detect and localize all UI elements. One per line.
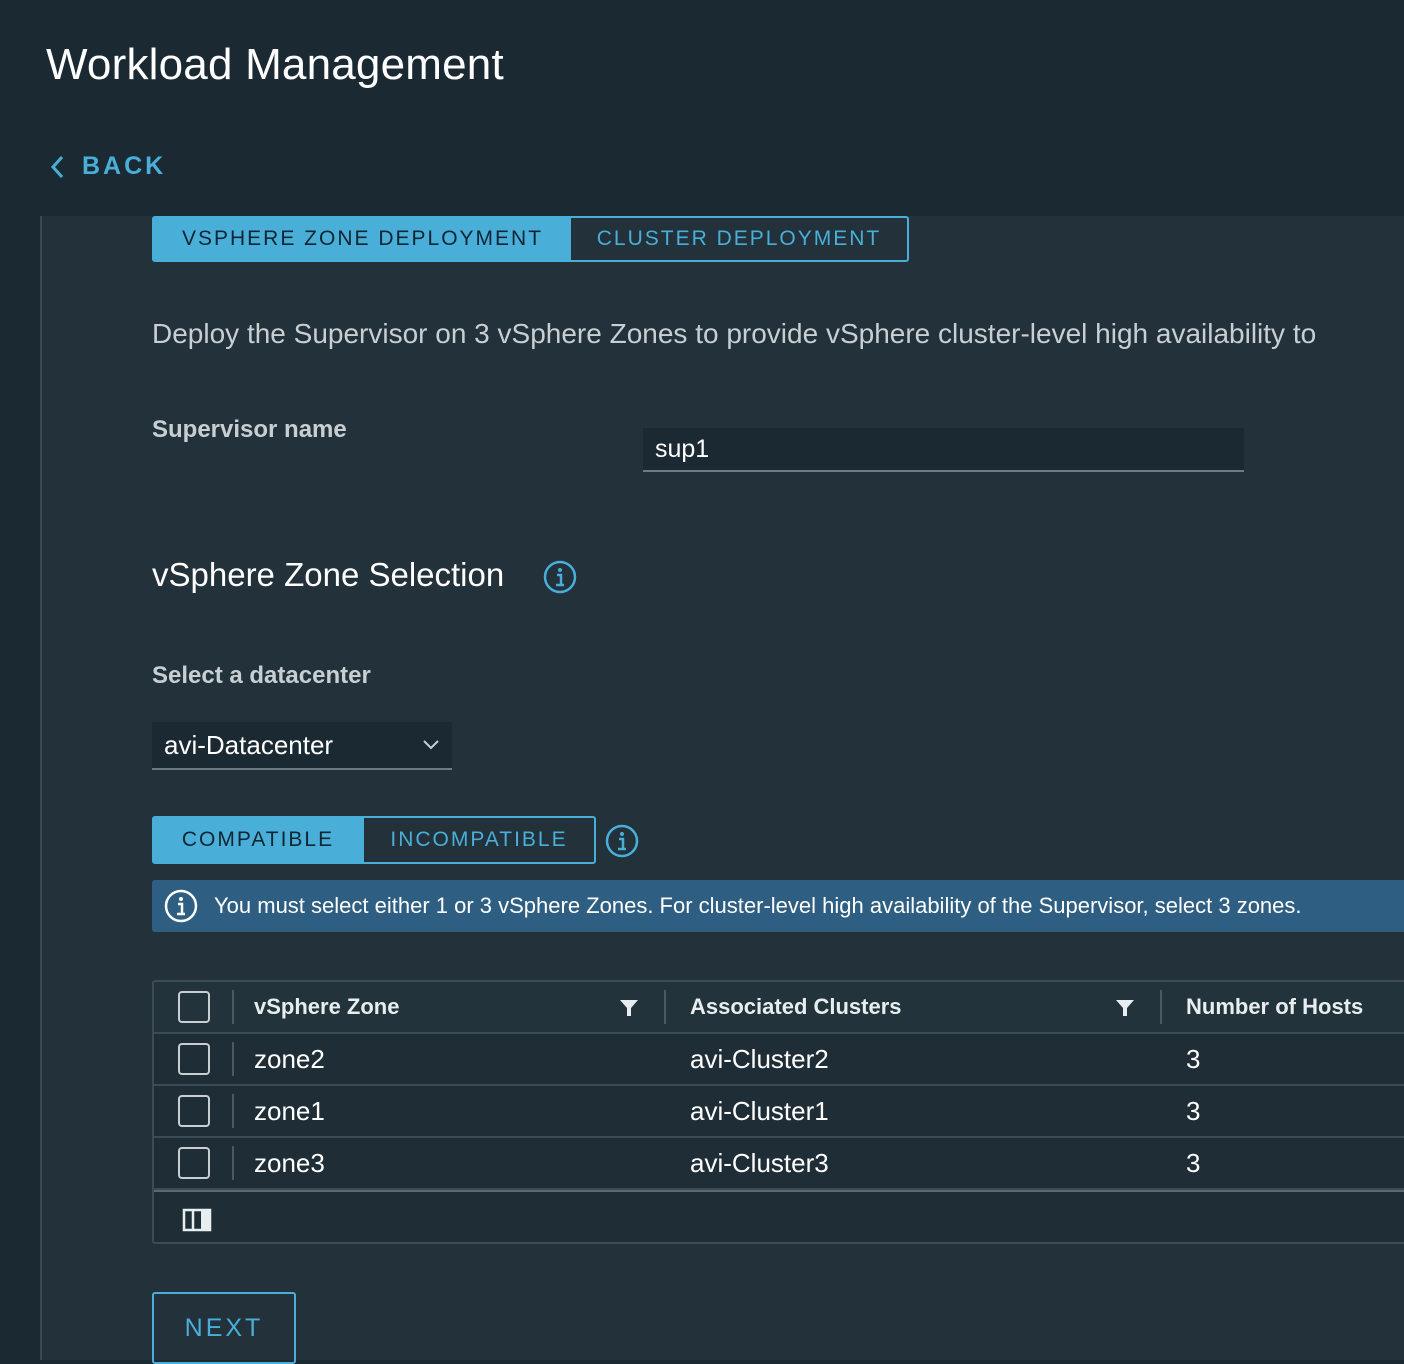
tab-incompatible[interactable]: INCOMPATIBLE <box>362 818 594 862</box>
column-header-hosts[interactable]: Number of Hosts <box>1186 994 1363 1020</box>
zones-datagrid: vSphere Zone Associated Clusters Number … <box>152 980 1404 1244</box>
deployment-type-toggle: VSPHERE ZONE DEPLOYMENT CLUSTER DEPLOYME… <box>152 216 909 262</box>
zone-cell: zone1 <box>254 1095 325 1126</box>
zone-cell: zone2 <box>254 1043 325 1074</box>
row-checkbox[interactable] <box>178 1147 210 1179</box>
next-button[interactable]: NEXT <box>152 1292 296 1364</box>
compatibility-toggle: COMPATIBLE INCOMPATIBLE <box>152 816 596 864</box>
column-separator <box>232 990 234 1024</box>
table-header-row: vSphere Zone Associated Clusters Number … <box>154 982 1404 1034</box>
info-alert: You must select either 1 or 3 vSphere Zo… <box>152 880 1404 932</box>
table-row[interactable]: zone1 avi-Cluster1 3 <box>154 1086 1404 1138</box>
chevron-down-icon <box>423 740 439 750</box>
filter-icon[interactable] <box>1114 996 1136 1018</box>
wizard-panel: VSPHERE ZONE DEPLOYMENT CLUSTER DEPLOYME… <box>40 216 1404 1364</box>
tab-compatible[interactable]: COMPATIBLE <box>154 818 362 862</box>
column-separator[interactable] <box>664 990 666 1024</box>
cluster-cell: avi-Cluster2 <box>690 1043 829 1074</box>
back-link[interactable]: BACK <box>48 152 166 181</box>
cluster-cell: avi-Cluster3 <box>690 1147 829 1178</box>
datacenter-value: avi-Datacenter <box>164 729 334 760</box>
filter-icon[interactable] <box>618 996 640 1018</box>
row-checkbox[interactable] <box>178 1095 210 1127</box>
column-separator <box>232 1094 234 1128</box>
tab-cluster-deployment[interactable]: CLUSTER DEPLOYMENT <box>571 218 907 260</box>
column-toggle-icon[interactable] <box>182 1208 212 1232</box>
info-icon[interactable] <box>543 560 577 594</box>
alert-text: You must select either 1 or 3 vSphere Zo… <box>214 893 1302 918</box>
info-icon <box>164 889 198 923</box>
tab-vsphere-zone-deployment[interactable]: VSPHERE ZONE DEPLOYMENT <box>154 218 571 260</box>
datagrid-footer <box>154 1190 1404 1242</box>
cluster-cell: avi-Cluster1 <box>690 1095 829 1126</box>
zone-cell: zone3 <box>254 1147 325 1178</box>
intro-text: Deploy the Supervisor on 3 vSphere Zones… <box>152 318 1317 349</box>
column-separator <box>232 1042 234 1076</box>
supervisor-name-input[interactable] <box>643 428 1244 472</box>
back-label: BACK <box>82 152 167 180</box>
chevron-left-icon <box>50 155 64 178</box>
hosts-cell: 3 <box>1186 1147 1201 1178</box>
select-all-checkbox[interactable] <box>178 991 210 1023</box>
row-checkbox[interactable] <box>178 1043 210 1075</box>
hosts-cell: 3 <box>1186 1095 1201 1126</box>
page-title: Workload Management <box>46 40 504 89</box>
column-separator <box>232 1146 234 1180</box>
column-header-clusters[interactable]: Associated Clusters <box>690 994 902 1020</box>
column-header-zone[interactable]: vSphere Zone <box>254 994 399 1020</box>
table-row[interactable]: zone2 avi-Cluster2 3 <box>154 1034 1404 1086</box>
info-icon[interactable] <box>605 824 639 858</box>
column-separator[interactable] <box>1160 990 1162 1024</box>
table-row[interactable]: zone3 avi-Cluster3 3 <box>154 1138 1404 1190</box>
hosts-cell: 3 <box>1186 1043 1201 1074</box>
page-header: Workload Management BACK <box>0 0 1404 216</box>
datacenter-select[interactable]: avi-Datacenter <box>152 722 452 770</box>
datacenter-label: Select a datacenter <box>152 662 371 689</box>
supervisor-name-label: Supervisor name <box>152 416 347 443</box>
zone-selection-title: vSphere Zone Selection <box>152 556 505 593</box>
